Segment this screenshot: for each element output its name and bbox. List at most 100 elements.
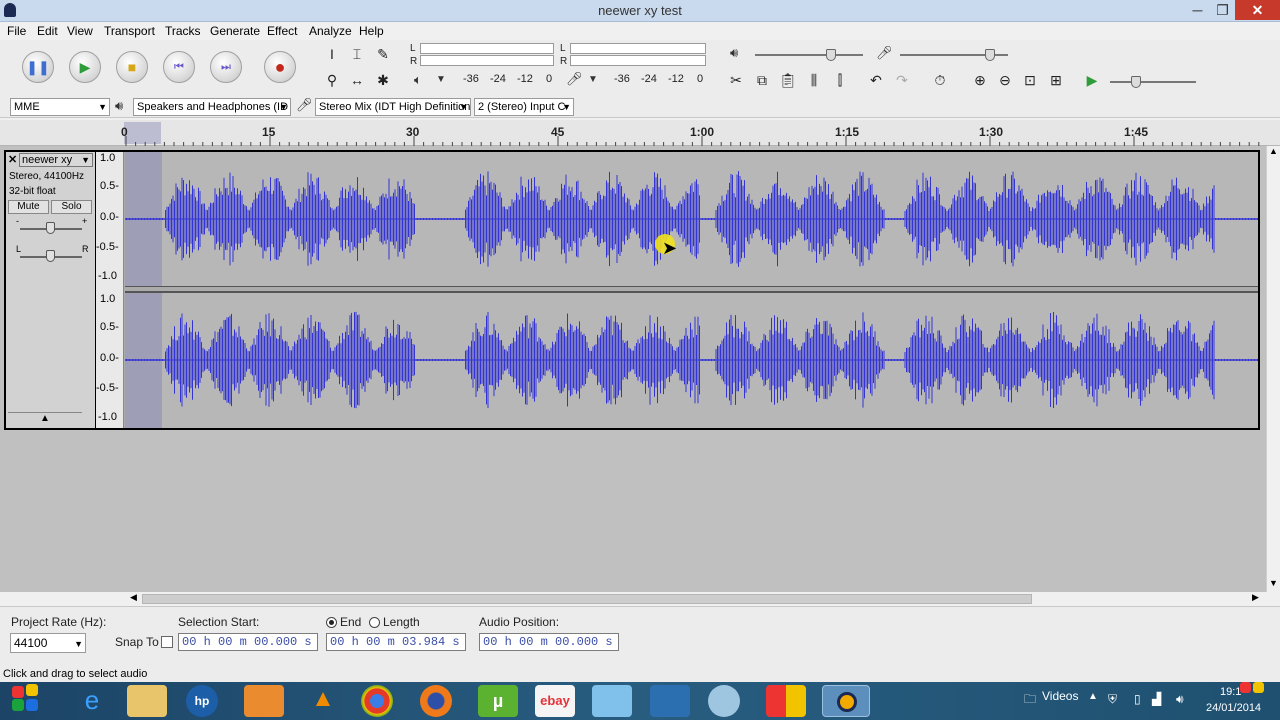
scroll-left-icon[interactable]: ◀ xyxy=(130,592,137,603)
security-tray-icon[interactable]: ⛨ xyxy=(1108,692,1117,707)
waveform-left-channel[interactable] xyxy=(125,152,1258,287)
stereo-track[interactable]: ✕ neewer xy ▼ Stereo, 44100Hz 32-bit floa… xyxy=(4,150,1260,430)
media-app-icon[interactable] xyxy=(244,685,284,717)
selection-tool-icon[interactable]: I xyxy=(322,44,342,64)
project-rate-select[interactable]: 44100 ▼ xyxy=(10,633,86,653)
collapse-track-button[interactable]: ▲ xyxy=(8,412,82,426)
output-volume-slider[interactable] xyxy=(755,54,863,56)
app-icon[interactable] xyxy=(708,685,740,717)
skip-start-button[interactable]: ⏮ xyxy=(163,51,195,83)
vlc-icon[interactable]: ▲ xyxy=(303,685,343,717)
menu-generate[interactable]: Generate xyxy=(210,24,260,38)
menu-transport[interactable]: Transport xyxy=(104,24,155,38)
menu-view[interactable]: View xyxy=(67,24,93,38)
start-button[interactable] xyxy=(8,682,42,716)
ebay-icon[interactable]: ebay xyxy=(535,685,575,717)
speaker-meter-icon[interactable]: 🔈︎ xyxy=(414,72,422,88)
gain-slider-thumb[interactable] xyxy=(46,222,55,234)
videos-toolbar-label[interactable]: Videos xyxy=(1042,689,1078,703)
redo-icon[interactable]: ↷ xyxy=(892,70,912,90)
pause-button[interactable]: ❚❚ xyxy=(22,51,54,83)
clock-time[interactable]: 19:1 xyxy=(1220,686,1241,698)
notes-app-icon[interactable] xyxy=(592,685,632,717)
end-radio[interactable] xyxy=(326,617,337,628)
play-speed-thumb[interactable] xyxy=(1131,76,1141,88)
pan-slider-thumb[interactable] xyxy=(46,250,55,262)
menu-effect[interactable]: Effect xyxy=(267,24,297,38)
input-channels-select[interactable]: 2 (Stereo) Input C ▼ xyxy=(474,98,574,116)
waveform-right-channel[interactable] xyxy=(125,291,1258,428)
fit-selection-icon[interactable]: ⊡ xyxy=(1020,70,1040,90)
copy-icon[interactable]: ⧉ xyxy=(752,70,772,90)
envelope-tool-icon[interactable]: ⌶ xyxy=(347,44,367,64)
menu-help[interactable]: Help xyxy=(359,24,384,38)
zoom-tool-icon[interactable]: ⚲ xyxy=(322,70,342,90)
undo-icon[interactable]: ↶ xyxy=(866,70,886,90)
multi-tool-icon[interactable]: ✱ xyxy=(373,70,393,90)
selection-start-input[interactable]: 00 h 00 m 00.000 s xyxy=(178,633,318,651)
skip-end-button[interactable]: ⏭ xyxy=(210,51,242,83)
input-volume-thumb[interactable] xyxy=(985,49,995,61)
horizontal-scrollbar[interactable]: ◀ ▶ xyxy=(128,592,1266,606)
length-radio[interactable] xyxy=(369,617,380,628)
vertical-scrollbar[interactable]: ▲ ▼ xyxy=(1266,146,1280,592)
fit-project-icon[interactable]: ⊞ xyxy=(1046,70,1066,90)
clock-date[interactable]: 24/01/2014 xyxy=(1206,702,1261,714)
folder-tray-icon[interactable]: 🗀︎ xyxy=(1024,690,1036,711)
draw-tool-icon[interactable]: ✎ xyxy=(373,44,393,64)
play-meter-dropdown-icon[interactable]: ▼ xyxy=(436,74,446,85)
close-track-icon[interactable]: ✕ xyxy=(8,153,17,166)
menu-file[interactable]: File xyxy=(7,24,26,38)
minimize-button[interactable]: ─ xyxy=(1185,0,1210,20)
output-device-select[interactable]: Speakers and Headphones (ID ▼ xyxy=(133,98,291,116)
horizontal-scroll-thumb[interactable] xyxy=(142,594,1032,604)
silence-icon[interactable]: ⫿ xyxy=(830,70,850,90)
trim-icon[interactable]: ⫼ xyxy=(804,70,824,90)
firefox-icon[interactable] xyxy=(420,685,452,717)
selection-start-label: Selection Start: xyxy=(178,615,260,629)
close-button[interactable]: ✕ xyxy=(1235,0,1280,20)
menu-analyze[interactable]: Analyze xyxy=(309,24,352,38)
snap-to-checkbox[interactable] xyxy=(161,636,173,648)
menu-edit[interactable]: Edit xyxy=(37,24,58,38)
network-tray-icon[interactable]: ▟ xyxy=(1152,692,1161,706)
file-explorer-icon[interactable] xyxy=(127,685,167,717)
movie-maker-icon[interactable] xyxy=(650,685,690,717)
hp-icon[interactable]: hp xyxy=(186,685,218,717)
sync-lock-icon[interactable]: ⏱︎ xyxy=(930,70,950,90)
scroll-up-icon[interactable]: ▲ xyxy=(1269,146,1278,156)
scroll-down-icon[interactable]: ▼ xyxy=(1269,578,1278,588)
track-name-menu[interactable]: neewer xy ▼ xyxy=(19,153,93,167)
windows-app-icon[interactable] xyxy=(766,685,806,717)
solo-button[interactable]: Solo xyxy=(51,200,92,214)
audio-position-input[interactable]: 00 h 00 m 00.000 s xyxy=(479,633,619,651)
mute-button[interactable]: Mute xyxy=(8,200,49,214)
paste-icon[interactable]: 📋︎ xyxy=(778,70,798,90)
record-button[interactable]: ● xyxy=(264,51,296,83)
internet-explorer-icon[interactable]: e xyxy=(72,685,112,717)
play-button[interactable]: ▶ xyxy=(69,51,101,83)
chrome-icon[interactable] xyxy=(361,685,393,717)
timeline-ruler[interactable]: 0 15 30 45 1:00 1:15 1:30 1:45 xyxy=(0,120,1280,146)
input-device-select[interactable]: Stereo Mix (IDT High Definition ▼ xyxy=(315,98,471,116)
utorrent-icon[interactable]: µ xyxy=(478,685,518,717)
battery-tray-icon[interactable]: ▯ xyxy=(1134,692,1141,706)
audio-host-select[interactable]: MME ▼ xyxy=(10,98,110,116)
cut-icon[interactable]: ✂ xyxy=(726,70,746,90)
selection-end-input[interactable]: 00 h 00 m 03.984 s xyxy=(326,633,466,651)
rec-meter-dropdown-icon[interactable]: ▼ xyxy=(588,74,598,85)
zoom-in-icon[interactable]: ⊕ xyxy=(970,70,990,90)
scroll-right-icon[interactable]: ▶ xyxy=(1252,592,1259,603)
microphone-meter-icon[interactable]: 🎤︎ xyxy=(566,71,583,87)
play-speed-slider[interactable] xyxy=(1110,81,1196,83)
audacity-taskbar-icon[interactable] xyxy=(822,685,870,717)
volume-tray-icon[interactable]: 🔊︎ xyxy=(1176,692,1184,707)
stop-button[interactable]: ■ xyxy=(116,51,148,83)
tray-expand-icon[interactable]: ▲ xyxy=(1088,691,1098,702)
zoom-out-icon[interactable]: ⊖ xyxy=(995,70,1015,90)
output-volume-thumb[interactable] xyxy=(826,49,836,61)
maximize-button[interactable]: ❐ xyxy=(1210,0,1235,20)
menu-tracks[interactable]: Tracks xyxy=(165,24,201,38)
play-at-speed-icon[interactable]: ▶ xyxy=(1082,70,1102,90)
time-shift-tool-icon[interactable]: ↔ xyxy=(347,70,367,90)
